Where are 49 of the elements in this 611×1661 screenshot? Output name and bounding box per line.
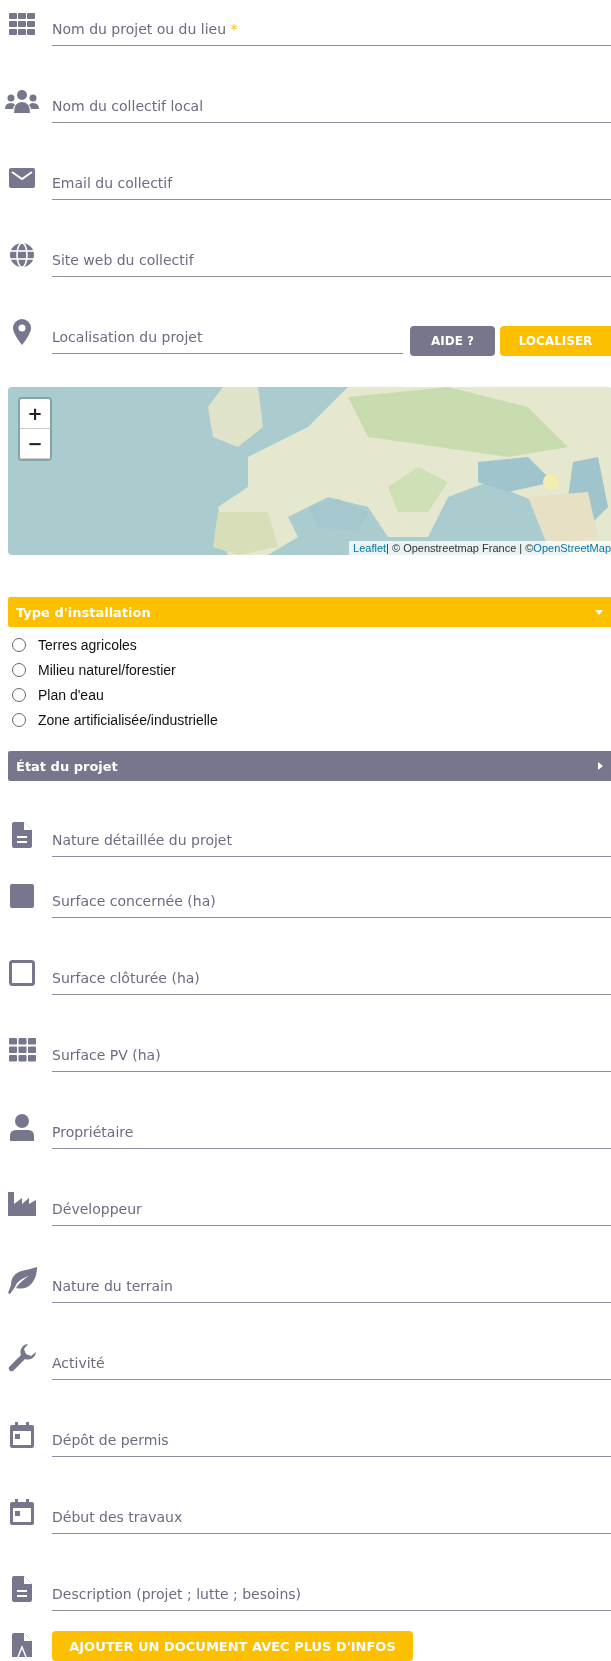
document-icon <box>12 1576 32 1602</box>
option-label: Terres agricoles <box>38 636 137 653</box>
text-field[interactable]: Développeur <box>52 1180 611 1226</box>
wrench-icon <box>8 1344 36 1372</box>
grid-icon <box>9 13 35 35</box>
leaf-icon <box>7 1267 37 1295</box>
text-field[interactable]: Description (projet ; lutte ; besoins) <box>52 1565 611 1611</box>
option-label: Milieu naturel/forestier <box>38 661 176 678</box>
help-button[interactable]: AIDE ? <box>410 326 495 356</box>
map-attribution: Leaflet| © Openstreetmap France | ©OpenStreetMap <box>349 541 611 555</box>
attribution-link[interactable]: OpenStreetMap <box>533 542 611 554</box>
zoom-in-button[interactable]: + <box>20 399 50 429</box>
grid-icon <box>8 1038 36 1062</box>
text-field[interactable]: Surface concernée (ha) <box>52 872 611 918</box>
square-icon <box>10 884 34 908</box>
calendar-icon <box>10 1422 34 1448</box>
text-field[interactable]: Nom du projet ou du lieu * <box>52 0 611 46</box>
caret-right-icon <box>598 762 603 770</box>
map-pin-icon <box>13 319 31 345</box>
calendar-icon <box>10 1499 34 1525</box>
text-field[interactable]: Nom du collectif local <box>52 77 611 123</box>
document-icon <box>12 822 32 848</box>
text-field[interactable]: Activité <box>52 1334 611 1380</box>
caret-down-icon <box>595 609 603 615</box>
option-label: Zone artificialisée/industrielle <box>38 711 218 728</box>
text-field[interactable]: Nature détaillée du projet <box>52 811 611 857</box>
option-label: Plan d'eau <box>38 686 104 703</box>
square-outline-icon <box>9 960 35 986</box>
zoom-out-button[interactable]: − <box>20 429 50 459</box>
field-placeholder: Nom du collectif local <box>52 98 204 114</box>
user-icon <box>10 1113 34 1141</box>
envelope-icon <box>9 168 35 188</box>
users-icon <box>5 89 39 113</box>
text-field[interactable]: Début des travaux <box>52 1488 611 1534</box>
required-mark: * <box>229 21 238 37</box>
text-field[interactable]: Propriétaire <box>52 1103 611 1149</box>
field-placeholder: Nom du projet ou du lieu * <box>52 21 238 37</box>
text-field[interactable]: Site web du collectif <box>52 231 611 277</box>
location-field[interactable]: Localisation du projet <box>52 308 403 354</box>
section-header[interactable]: État du projet <box>8 751 611 781</box>
field-placeholder: Email du collectif <box>52 175 173 191</box>
text-field[interactable]: Surface PV (ha) <box>52 1026 611 1072</box>
text-field[interactable]: Surface clôturée (ha) <box>52 949 611 995</box>
globe-icon <box>9 242 35 268</box>
text-field[interactable]: Dépôt de permis <box>52 1411 611 1457</box>
text-field[interactable]: Email du collectif <box>52 154 611 200</box>
text-field[interactable]: Nature du terrain <box>52 1257 611 1303</box>
factory-icon <box>8 1192 36 1216</box>
field-placeholder: Site web du collectif <box>52 252 194 268</box>
